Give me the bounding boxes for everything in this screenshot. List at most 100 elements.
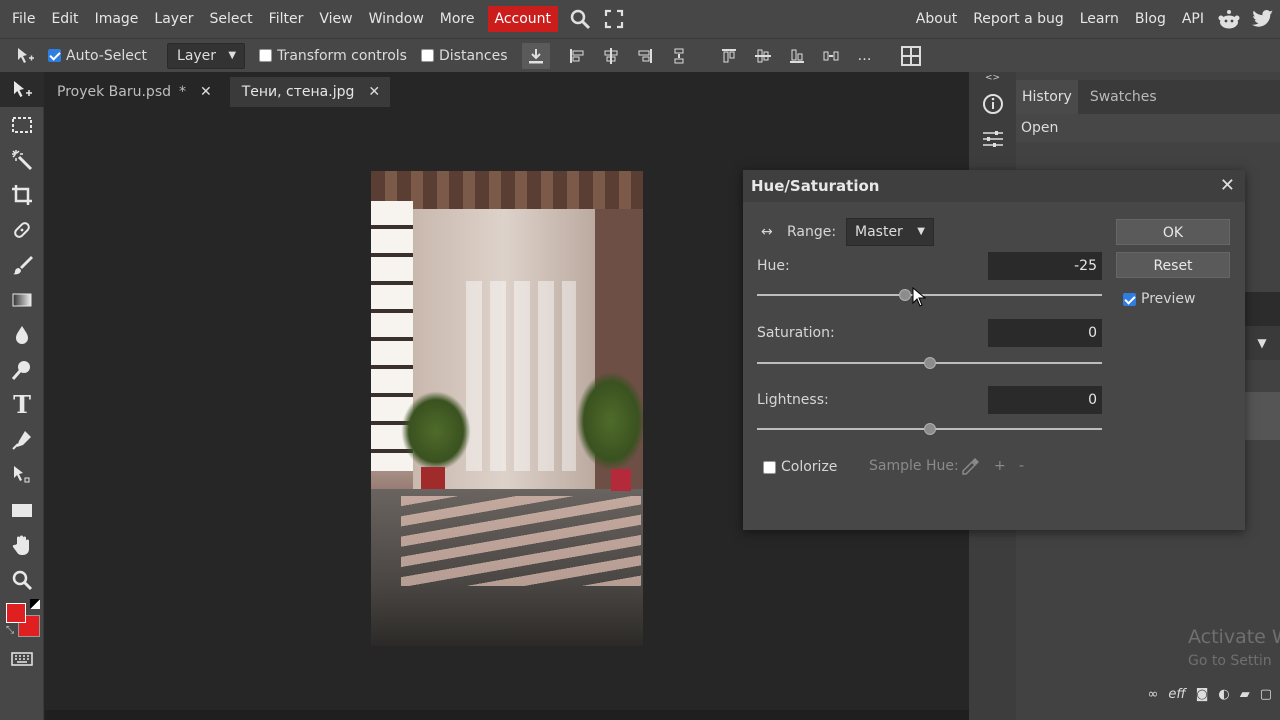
eyedropper-icon[interactable] [959, 456, 981, 482]
grid-icon[interactable] [894, 39, 928, 73]
reset-button[interactable]: Reset [1116, 252, 1230, 278]
hue-input[interactable]: -25 [988, 252, 1102, 280]
type-tool-button[interactable]: T [0, 387, 44, 422]
canvas-image[interactable] [371, 171, 643, 646]
colorize-checkbox[interactable]: Colorize [763, 459, 837, 475]
distribute-h-icon[interactable] [662, 39, 696, 73]
collapse-left-icon[interactable]: <> [985, 73, 1000, 83]
gradient-tool-button[interactable] [0, 282, 44, 317]
close-icon[interactable]: ✕ [368, 84, 380, 100]
sample-hue-add-icon[interactable]: + [994, 458, 1006, 474]
account-button[interactable]: Account [487, 6, 559, 32]
menu-learn[interactable]: Learn [1072, 0, 1127, 38]
menu-blog[interactable]: Blog [1127, 0, 1174, 38]
align-top-icon[interactable] [712, 39, 746, 73]
hand-tool-button[interactable] [0, 527, 44, 562]
menu-file[interactable]: File [0, 0, 43, 38]
link-icon[interactable]: ∞ [1148, 687, 1159, 702]
move-tool-icon[interactable] [8, 39, 42, 73]
color-swatches[interactable]: ⤡ [0, 597, 44, 641]
auto-select-checkbox[interactable]: Auto-Select [48, 48, 147, 64]
blur-tool-button[interactable] [0, 317, 44, 352]
search-icon[interactable] [563, 0, 597, 38]
move-tool-button[interactable] [0, 72, 44, 107]
preview-check-box[interactable] [1123, 292, 1136, 306]
brush-tool-button[interactable] [0, 247, 44, 282]
align-left-icon[interactable] [560, 39, 594, 73]
distribute-v-icon[interactable] [814, 39, 848, 73]
tab-history[interactable]: History [1016, 80, 1078, 114]
distances-check-box[interactable] [420, 49, 434, 62]
menu-image[interactable]: Image [87, 0, 147, 38]
reddit-icon[interactable] [1212, 0, 1246, 38]
saturation-slider-thumb[interactable] [923, 357, 936, 369]
preview-checkbox[interactable]: Preview [1123, 291, 1196, 307]
download-icon[interactable] [521, 42, 550, 69]
path-select-tool-button[interactable] [0, 457, 44, 492]
fullscreen-icon[interactable] [597, 0, 631, 38]
ok-button[interactable]: OK [1116, 219, 1230, 245]
history-item-open[interactable]: Open [1016, 114, 1280, 142]
hue-slider-thumb[interactable] [899, 289, 912, 301]
layers-strip-dropdown[interactable]: ▼ [1244, 326, 1280, 360]
align-right-icon[interactable] [628, 39, 662, 73]
menu-window[interactable]: Window [361, 0, 432, 38]
layers-strip [1244, 292, 1280, 326]
menu-layer[interactable]: Layer [146, 0, 201, 38]
droplet-icon [16, 325, 28, 344]
transform-controls-checkbox[interactable]: Transform controls [259, 48, 407, 64]
keyboard-button[interactable] [0, 641, 44, 676]
marquee-tool-button[interactable] [0, 107, 44, 142]
pen-tool-button[interactable] [0, 422, 44, 457]
photo-plant-left [401, 391, 471, 471]
menu-edit[interactable]: Edit [43, 0, 86, 38]
more-options-icon[interactable]: … [848, 39, 882, 73]
close-icon[interactable]: ✕ [1220, 170, 1235, 202]
dodge-tool-button[interactable] [0, 352, 44, 387]
sample-hue-subtract-icon[interactable]: - [1019, 458, 1024, 474]
magic-wand-icon [12, 149, 33, 170]
twitter-icon[interactable] [1246, 0, 1280, 38]
mask-icon[interactable]: ◙ [1196, 687, 1209, 702]
preview-label: Preview [1141, 291, 1196, 307]
foreground-color[interactable] [6, 603, 26, 623]
folder-icon[interactable]: ▰ [1240, 687, 1250, 702]
lightness-slider-thumb[interactable] [923, 423, 936, 435]
effects-icon[interactable]: eff [1168, 687, 1185, 702]
menu-api[interactable]: API [1174, 0, 1212, 38]
align-middle-icon[interactable] [746, 39, 780, 73]
zoom-tool-button[interactable] [0, 562, 44, 597]
lightness-input[interactable]: 0 [988, 386, 1102, 414]
adjustments-icon[interactable] [969, 122, 1016, 156]
info-icon[interactable] [969, 87, 1016, 121]
layer-select[interactable]: Layer ▼ [167, 42, 246, 69]
transform-controls-check-box[interactable] [259, 49, 273, 62]
menu-view[interactable]: View [311, 0, 360, 38]
menu-more[interactable]: More [432, 0, 483, 38]
crop-tool-button[interactable] [0, 177, 44, 212]
menu-report-bug[interactable]: Report a bug [965, 0, 1072, 38]
range-select[interactable]: Master ▼ [846, 218, 934, 246]
colorize-check-box[interactable] [763, 460, 776, 474]
swap-colors-icon[interactable]: ⤡ [6, 625, 14, 636]
healing-tool-button[interactable] [0, 212, 44, 247]
tab-teni-stena[interactable]: Тени, стена.jpg ✕ [229, 77, 391, 107]
tab-proyek-baru[interactable]: Proyek Baru.psd * ✕ [45, 77, 222, 107]
shape-tool-button[interactable] [0, 492, 44, 527]
menu-about[interactable]: About [908, 0, 965, 38]
menu-filter[interactable]: Filter [261, 0, 312, 38]
dialog-title[interactable]: Hue/Saturation [743, 170, 1245, 202]
close-icon[interactable]: ✕ [200, 84, 212, 100]
saturation-input[interactable]: 0 [988, 319, 1102, 347]
distances-checkbox[interactable]: Distances [420, 48, 508, 64]
align-bottom-icon[interactable] [780, 39, 814, 73]
new-layer-icon[interactable]: ▢ [1260, 687, 1272, 702]
adjustment-layer-icon[interactable]: ◐ [1218, 687, 1229, 702]
align-center-h-icon[interactable] [594, 39, 628, 73]
magic-wand-tool-button[interactable] [0, 142, 44, 177]
auto-select-check-box[interactable] [48, 49, 61, 62]
default-colors-icon[interactable] [30, 599, 40, 609]
menu-select[interactable]: Select [201, 0, 260, 38]
tab-swatches[interactable]: Swatches [1084, 80, 1163, 114]
hue-slider-track[interactable] [757, 294, 1102, 296]
